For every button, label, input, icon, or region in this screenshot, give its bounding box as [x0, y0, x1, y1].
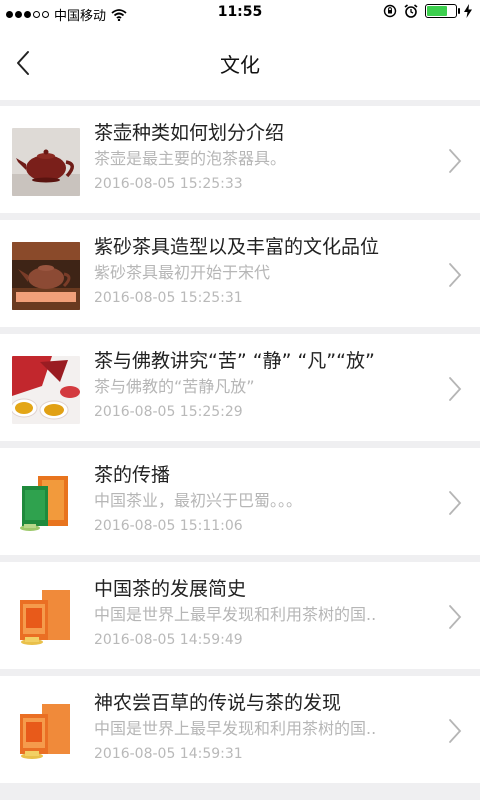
chevron-right-icon: [449, 491, 462, 515]
alarm-icon: [404, 4, 418, 18]
list-item[interactable]: 紫砂茶具造型以及丰富的文化品位 紫砂茶具最初开始于宋代 2016-08-05 1…: [0, 220, 480, 327]
list-item[interactable]: 茶壶种类如何划分介绍 茶壶是最主要的泡茶器具。 2016-08-05 15:25…: [0, 106, 480, 213]
rotation-lock-icon: [383, 4, 397, 18]
status-right: [383, 4, 472, 18]
article-list: 茶壶种类如何划分介绍 茶壶是最主要的泡茶器具。 2016-08-05 15:25…: [0, 100, 480, 783]
item-desc: 茶与佛教的“苦静凡放”: [94, 377, 255, 396]
charging-icon: [464, 4, 472, 18]
item-desc: 中国是世界上最早发现和利用茶树的国..: [94, 605, 377, 624]
teapot-board-thumbnail: [12, 242, 80, 310]
chevron-right-icon: [449, 605, 462, 629]
item-date: 2016-08-05 14:59:31: [94, 746, 243, 762]
item-desc: 茶壶是最主要的泡茶器具。: [94, 149, 287, 168]
chevron-right-icon: [449, 149, 462, 173]
item-title: 神农尝百草的传说与茶的发现: [94, 692, 342, 714]
list-item[interactable]: 茶与佛教讲究“苦” “静” “凡”“放” 茶与佛教的“苦静凡放” 2016-08…: [0, 334, 480, 441]
nav-bar: 文化: [0, 26, 480, 100]
teapot-thumbnail: [12, 128, 80, 196]
item-title: 茶壶种类如何划分介绍: [94, 122, 285, 144]
item-date: 2016-08-05 15:11:06: [94, 518, 243, 534]
item-title: 中国茶的发展简史: [94, 578, 247, 600]
orange-tea-box-thumbnail: [12, 698, 80, 766]
item-date: 2016-08-05 15:25:33: [94, 176, 243, 192]
item-title: 茶与佛教讲究“苦” “静” “凡”“放”: [94, 350, 375, 372]
item-date: 2016-08-05 15:25:29: [94, 404, 243, 420]
list-item[interactable]: 中国茶的发展简史 中国是世界上最早发现和利用茶树的国.. 2016-08-05 …: [0, 562, 480, 669]
chevron-right-icon: [449, 263, 462, 287]
orange-tea-box-thumbnail: [12, 584, 80, 652]
list-item[interactable]: 神农尝百草的传说与茶的发现 中国是世界上最早发现和利用茶树的国.. 2016-0…: [0, 676, 480, 783]
tea-cups-thumbnail: [12, 356, 80, 424]
item-title: 茶的传播: [94, 464, 171, 486]
item-date: 2016-08-05 14:59:49: [94, 632, 243, 648]
item-title: 紫砂茶具造型以及丰富的文化品位: [94, 236, 380, 258]
green-tea-box-thumbnail: [12, 470, 80, 538]
item-desc: 中国茶业，最初兴于巴蜀。。。: [94, 491, 303, 510]
battery-fill: [427, 6, 447, 16]
chevron-right-icon: [449, 719, 462, 743]
item-date: 2016-08-05 15:25:31: [94, 290, 243, 306]
item-desc: 紫砂茶具最初开始于宋代: [94, 263, 271, 282]
battery-icon: [425, 4, 460, 18]
page-title: 文化: [220, 52, 260, 77]
chevron-right-icon: [449, 377, 462, 401]
chevron-left-icon[interactable]: [10, 46, 40, 80]
status-bar: 中国移动 11:55: [0, 0, 480, 26]
item-desc: 中国是世界上最早发现和利用茶树的国..: [94, 719, 377, 738]
list-item[interactable]: 茶的传播 中国茶业，最初兴于巴蜀。。。 2016-08-05 15:11:06: [0, 448, 480, 555]
